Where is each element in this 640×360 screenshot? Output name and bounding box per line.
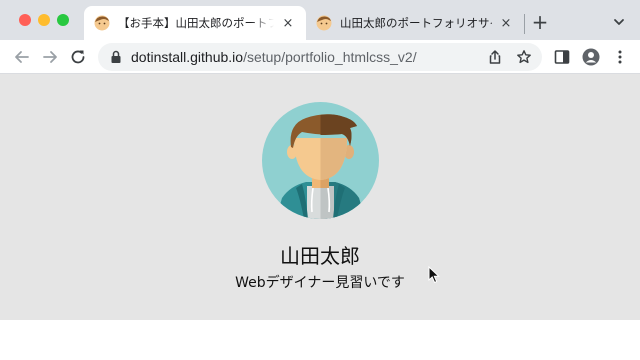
window-zoom-button[interactable] <box>57 14 69 26</box>
tab-title: 【お手本】山田太郎のポートフォリオサイト <box>118 16 274 30</box>
reload-icon[interactable] <box>68 47 88 67</box>
lock-icon[interactable] <box>108 49 124 65</box>
browser-toolbar: dotinstall.github.io/setup/portfolio_htm… <box>0 40 640 74</box>
tab-search-chevron-icon[interactable] <box>610 13 628 31</box>
tab-title: 山田太郎のポートフォリオサイト <box>340 16 492 30</box>
tab-close-button[interactable]: × <box>498 15 514 31</box>
bookmark-star-icon[interactable] <box>516 49 532 65</box>
mouse-cursor-icon <box>428 266 440 284</box>
url-path: /setup/portfolio_htmlcss_v2/ <box>243 49 417 65</box>
kebab-menu-icon[interactable] <box>611 48 629 66</box>
profile-role: Webデザイナー見習いです <box>235 275 405 291</box>
page-hero: 山田太郎 Webデザイナー見習いです <box>0 74 640 320</box>
avatar-favicon-icon <box>316 15 332 31</box>
new-tab-button[interactable]: + <box>530 10 550 34</box>
window-close-button[interactable] <box>19 14 31 26</box>
share-icon[interactable] <box>487 49 503 65</box>
tab-portfolio-sample[interactable]: 【お手本】山田太郎のポートフォリオサイト × <box>84 6 306 40</box>
profile-name: 山田太郎 <box>280 244 360 268</box>
tab-close-button[interactable]: × <box>280 15 296 31</box>
side-panel-icon[interactable] <box>553 48 571 66</box>
avatar-favicon-icon <box>94 15 110 31</box>
avatar-illustration <box>262 102 379 219</box>
window-minimize-button[interactable] <box>38 14 50 26</box>
url-text[interactable]: dotinstall.github.io/setup/portfolio_htm… <box>131 49 417 65</box>
page-below-fold <box>0 320 640 360</box>
profile-icon[interactable] <box>582 48 600 66</box>
tab-strip: 【お手本】山田太郎のポートフォリオサイト × 山田太郎のポートフォリオサイト ×… <box>0 0 640 40</box>
tab-portfolio-site[interactable]: 山田太郎のポートフォリオサイト × <box>306 6 524 40</box>
tab-separator <box>524 14 525 34</box>
address-bar[interactable]: dotinstall.github.io/setup/portfolio_htm… <box>98 43 542 71</box>
forward-icon[interactable] <box>40 47 60 67</box>
back-icon[interactable] <box>12 47 32 67</box>
url-host: dotinstall.github.io <box>131 49 244 65</box>
